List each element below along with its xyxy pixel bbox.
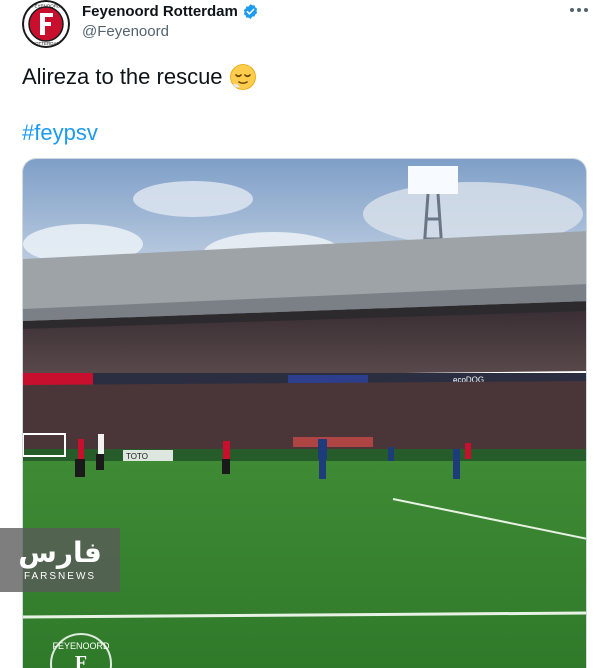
video-logo-text: FEYENOORD [52,641,110,651]
svg-text:ROTTERDAM: ROTTERDAM [32,41,61,46]
more-options-button[interactable] [568,2,590,18]
more-options-icon [570,8,588,12]
author-name-text[interactable]: Feyenoord Rotterdam [82,3,238,20]
tweet-text: Alireza to the rescue [22,63,257,91]
avatar[interactable]: FEYENOORD ROTTERDAM [22,0,70,48]
verified-badge-icon [243,4,258,19]
tweet-text-content: Alireza to the rescue [22,64,223,89]
author-name[interactable]: Feyenoord Rotterdam [82,3,259,20]
relieved-face-emoji-icon [229,64,256,90]
svg-text:F: F [75,652,87,668]
ad-board-toto: TOTO [126,452,148,461]
floodlight [408,166,458,194]
svg-text:FEYENOORD: FEYENOORD [32,4,61,9]
hashtag-link[interactable]: #feypsv [22,120,98,146]
author-handle[interactable]: @Feyenoord [82,23,169,40]
feyenoord-logo-icon: FEYENOORD ROTTERDAM [22,0,70,48]
watermark-text: FARSNEWS [23,570,97,582]
farsnews-watermark: فارس FARSNEWS [0,528,120,592]
watermark-logo: فارس [18,535,102,569]
